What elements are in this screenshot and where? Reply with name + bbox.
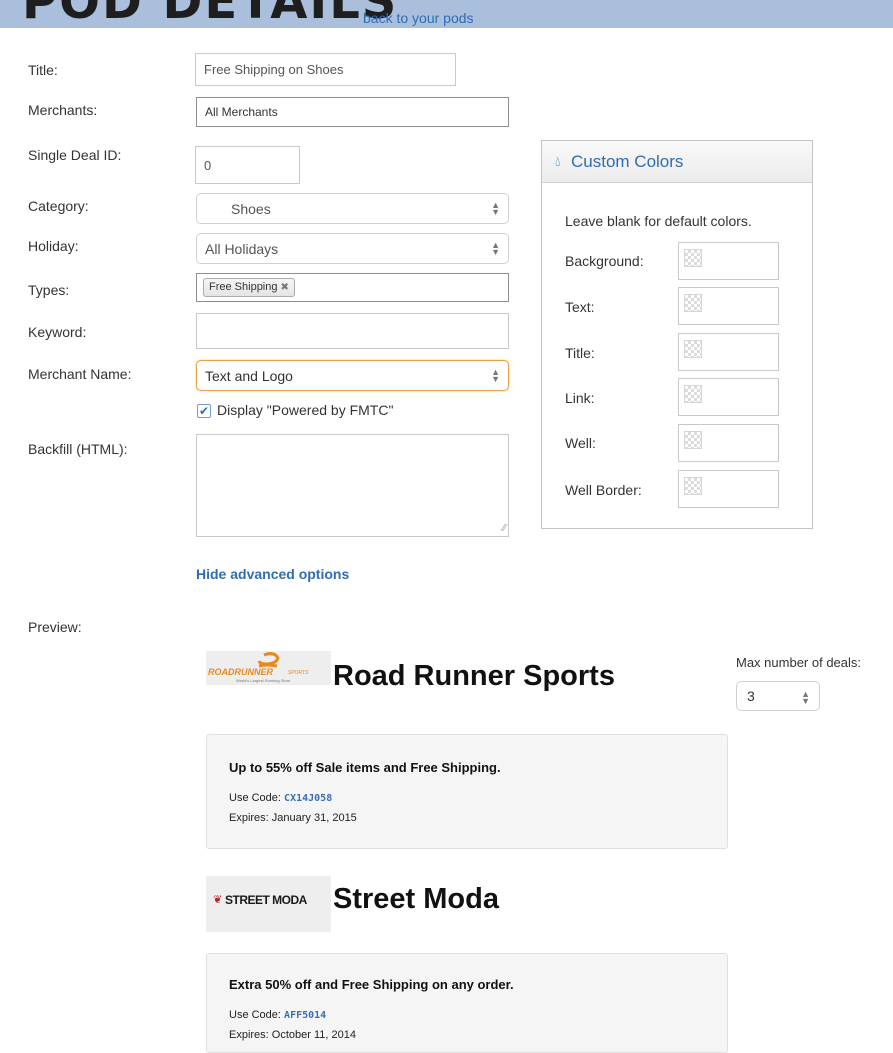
merchants-label: Merchants: <box>28 102 98 118</box>
street-moda-logo-text: STREET MODA <box>225 893 307 907</box>
text-color-input[interactable] <box>678 287 779 325</box>
title-color-input[interactable] <box>678 333 779 371</box>
code-label: Use Code: <box>229 792 281 804</box>
types-input[interactable]: Free Shipping ✖ <box>196 273 509 302</box>
single-deal-id-value: 0 <box>204 157 212 173</box>
street-moda-logo: ❦ STREET MODA <box>206 876 331 932</box>
merchant-name-label: Merchant Name: <box>28 366 132 382</box>
resize-grip-icon[interactable]: ⁄⁄ <box>503 524 506 534</box>
deal-code-line: Use Code: CX14J058 <box>229 792 332 804</box>
color-swatch-icon[interactable] <box>684 385 702 403</box>
page-header: POD DETAILS back to your pods <box>0 0 893 28</box>
merchant-name-select[interactable]: Text and Logo ▲ ▼ <box>196 360 509 391</box>
code-label: Use Code: <box>229 1009 281 1021</box>
merchant-name-select-value: Text and Logo <box>205 367 293 384</box>
holiday-label: Holiday: <box>28 238 79 254</box>
select-arrows-icon: ▲ ▼ <box>801 689 810 706</box>
back-to-pods-link[interactable]: back to your pods <box>363 10 474 26</box>
droplet-icon: 💧︎ <box>555 153 561 169</box>
link-color-label: Link: <box>565 390 595 406</box>
deal-title[interactable]: Up to 55% off Sale items and Free Shippi… <box>229 760 501 775</box>
color-swatch-icon[interactable] <box>684 340 702 358</box>
deal-expires: Expires: January 31, 2015 <box>229 812 357 824</box>
link-color-input[interactable] <box>678 378 779 416</box>
background-color-label: Background: <box>565 253 644 269</box>
title-input[interactable]: Free Shipping on Shoes <box>195 53 456 86</box>
select-arrows-icon: ▲ ▼ <box>491 199 500 217</box>
title-input-value: Free Shipping on Shoes <box>204 62 344 77</box>
keyword-input[interactable] <box>196 313 509 349</box>
merchant-name-street-moda: Street Moda <box>333 883 499 915</box>
backfill-label: Backfill (HTML): <box>28 441 128 457</box>
title-color-label: Title: <box>565 345 595 361</box>
deal-title[interactable]: Extra 50% off and Free Shipping on any o… <box>229 977 514 992</box>
category-select[interactable]: Shoes ▲ ▼ <box>196 193 509 224</box>
deal-card: Extra 50% off and Free Shipping on any o… <box>206 953 728 1053</box>
color-swatch-icon[interactable] <box>684 249 702 267</box>
merchants-input[interactable]: All Merchants <box>196 97 509 127</box>
backfill-textarea[interactable]: ⁄⁄ <box>196 434 509 537</box>
page-title: POD DETAILS <box>22 0 399 28</box>
category-select-value: Shoes <box>231 200 271 217</box>
hide-advanced-options-link[interactable]: Hide advanced options <box>196 566 349 582</box>
max-deals-select[interactable]: 3 ▲ ▼ <box>736 681 820 711</box>
well-color-input[interactable] <box>678 424 779 462</box>
powered-by-checkbox[interactable]: ✔ <box>197 404 211 418</box>
select-arrows-icon: ▲ ▼ <box>491 239 500 257</box>
color-swatch-icon[interactable] <box>684 294 702 312</box>
preview-label: Preview: <box>28 619 82 635</box>
keyword-label: Keyword: <box>28 324 87 340</box>
deal-card: Up to 55% off Sale items and Free Shippi… <box>206 734 728 849</box>
text-color-label: Text: <box>565 299 595 315</box>
custom-colors-hint: Leave blank for default colors. <box>565 213 752 229</box>
select-arrows-icon: ▲ ▼ <box>491 366 500 384</box>
types-label: Types: <box>28 282 70 298</box>
remove-tag-icon[interactable]: ✖ <box>281 282 289 293</box>
well-border-color-label: Well Border: <box>565 482 642 498</box>
custom-colors-panel: 💧︎ Custom Colors Leave blank for default… <box>541 140 813 529</box>
holiday-select-value: All Holidays <box>205 240 279 257</box>
street-moda-logo-mark-icon: ❦ <box>213 894 223 906</box>
title-label: Title: <box>28 62 58 78</box>
custom-colors-header: 💧︎ Custom Colors <box>542 141 812 183</box>
color-swatch-icon[interactable] <box>684 431 702 449</box>
custom-colors-title: Custom Colors <box>571 152 684 171</box>
deal-expires: Expires: October 11, 2014 <box>229 1029 356 1041</box>
powered-by-label[interactable]: Display "Powered by FMTC" <box>217 402 393 418</box>
single-deal-id-label: Single Deal ID: <box>28 147 122 163</box>
single-deal-id-input[interactable]: 0 <box>195 146 300 184</box>
road-runner-logo-small: SPORTS <box>288 670 309 676</box>
type-tag-label: Free Shipping <box>209 281 278 293</box>
max-deals-value: 3 <box>747 688 755 704</box>
color-swatch-icon[interactable] <box>684 477 702 495</box>
road-runner-logo: ROADRUNNER SPORTS World's Largest Runnin… <box>206 651 331 685</box>
coupon-code[interactable]: AFF5014 <box>284 1010 326 1021</box>
max-deals-label: Max number of deals: <box>736 655 862 670</box>
merchants-input-value: All Merchants <box>205 105 278 119</box>
deal-code-line: Use Code: AFF5014 <box>229 1009 326 1021</box>
type-tag-free-shipping[interactable]: Free Shipping ✖ <box>203 278 295 297</box>
background-color-input[interactable] <box>678 242 779 280</box>
road-runner-logo-text: ROADRUNNER <box>208 667 273 677</box>
category-label: Category: <box>28 198 89 214</box>
well-border-color-input[interactable] <box>678 470 779 508</box>
merchant-name-road-runner: Road Runner Sports <box>333 660 615 692</box>
coupon-code[interactable]: CX14J058 <box>284 793 332 804</box>
road-runner-logo-tagline: World's Largest Running Store <box>236 678 291 683</box>
holiday-select[interactable]: All Holidays ▲ ▼ <box>196 233 509 264</box>
well-color-label: Well: <box>565 435 596 451</box>
